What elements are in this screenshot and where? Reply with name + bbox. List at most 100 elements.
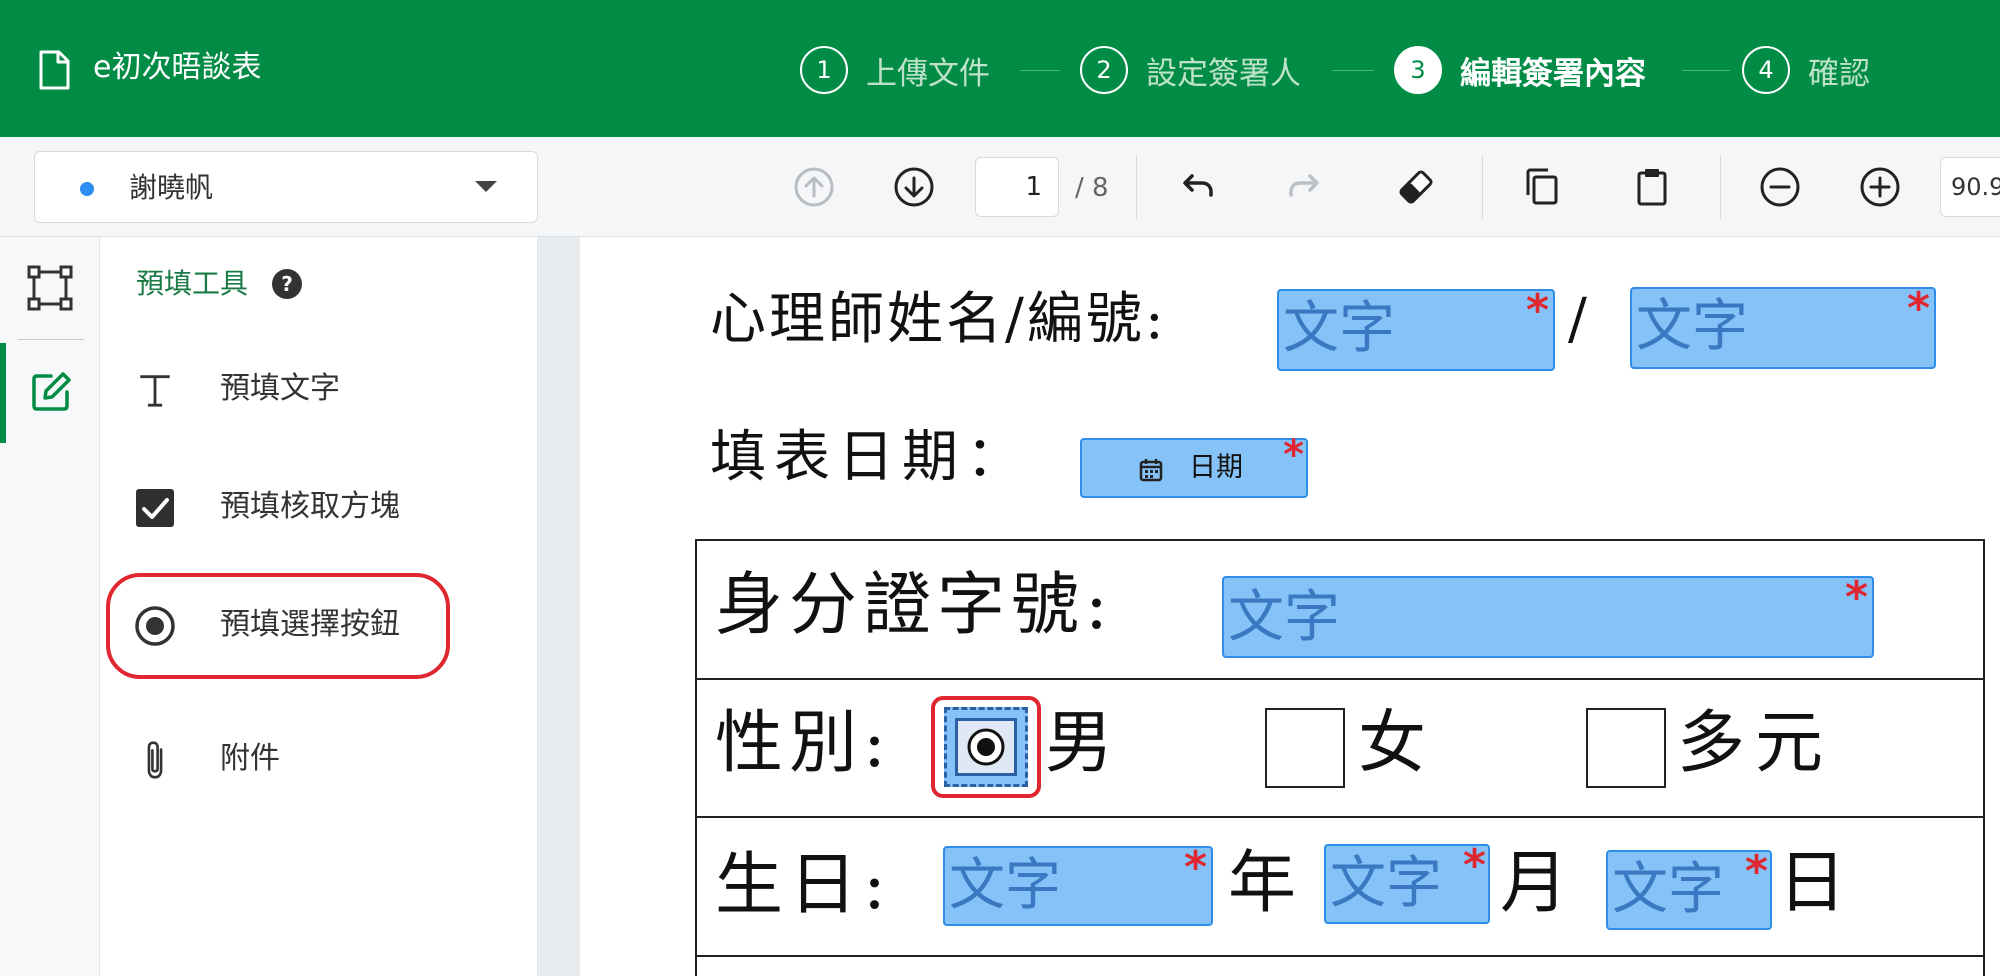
panel-title: 預填工具 [136, 267, 249, 300]
date-field-label: 日期 [1189, 452, 1243, 483]
edit-icon[interactable] [29, 370, 73, 414]
step-connector [1682, 70, 1730, 71]
psychologist-name-field[interactable]: 文字 * [1277, 285, 1555, 371]
arrow-down-circle-icon [894, 167, 934, 207]
redo-button[interactable] [1280, 161, 1332, 213]
table-border [1983, 539, 1985, 976]
gender-female-checkbox[interactable] [1265, 708, 1345, 788]
app-header: e初次晤談表 1 上傳文件 2 設定簽署人 3 編輯簽署內容 4 確認 [0, 0, 2000, 137]
signer-name: 謝曉帆 [129, 171, 214, 204]
birth-day-field[interactable]: 文字 * [1606, 846, 1772, 930]
prev-page-button[interactable] [788, 161, 840, 213]
step-label: 設定簽署人 [1146, 55, 1301, 92]
zoom-in-button[interactable] [1854, 161, 1906, 213]
gender-male-radio[interactable] [944, 707, 1028, 787]
day-label: 日 [1778, 844, 1847, 923]
table-border [695, 816, 1985, 818]
page-number-input[interactable] [975, 157, 1059, 217]
highlight-annotation [106, 573, 450, 679]
undo-button[interactable] [1170, 161, 1222, 213]
rail-active-indicator [0, 343, 6, 443]
id-number-field[interactable]: 文字 * [1222, 572, 1874, 658]
copy-button[interactable] [1516, 161, 1568, 213]
table-border [695, 678, 1985, 680]
required-mark: * [1283, 432, 1304, 478]
paste-button[interactable] [1626, 161, 1678, 213]
field-placeholder: 文字 [1330, 851, 1442, 916]
zoom-out-icon [1760, 167, 1800, 207]
required-mark: * [1525, 285, 1549, 336]
table-border [695, 955, 1985, 957]
step-number: 2 [1080, 46, 1128, 94]
gender-other-checkbox[interactable] [1586, 708, 1666, 788]
zoom-level[interactable]: 90.9 [1940, 157, 2000, 217]
document-title: e初次晤談表 [93, 50, 262, 85]
month-label: 月 [1500, 844, 1569, 923]
copy-icon [1526, 168, 1558, 205]
step-upload[interactable]: 1 上傳文件 [800, 45, 990, 95]
arrow-up-circle-icon [794, 167, 834, 207]
table-border [695, 539, 697, 976]
field-placeholder: 文字 [1612, 857, 1724, 922]
redo-icon [1289, 174, 1319, 197]
field-placeholder: 文字 [1228, 585, 1340, 650]
gender-label: 性別: [715, 704, 892, 783]
birth-month-field[interactable]: 文字 * [1324, 840, 1490, 924]
field-placeholder: 文字 [1283, 296, 1395, 361]
tool-prefill-text[interactable]: 預填文字 [100, 349, 538, 429]
birthday-label: 生日: [715, 846, 892, 925]
step-label: 上傳文件 [866, 55, 990, 92]
next-page-button[interactable] [888, 161, 940, 213]
step-connector [1332, 70, 1374, 71]
calendar-icon [1139, 459, 1163, 482]
tool-attachment[interactable]: 附件 [100, 719, 538, 799]
psychologist-number-field[interactable]: 文字 * [1630, 283, 1936, 369]
chevron-down-icon [475, 181, 497, 192]
checkbox-icon [132, 485, 178, 531]
select-area-icon[interactable] [27, 265, 73, 311]
required-mark: * [1744, 846, 1768, 897]
eraser-icon [1399, 170, 1433, 204]
step-number: 3 [1394, 46, 1442, 94]
step-label: 編輯簽署內容 [1460, 55, 1646, 92]
gender-female-label: 女 [1358, 704, 1427, 783]
prefill-tools-panel: 預填工具 ? 預填文字 預填核取方塊 預填選擇按鈕 附件 [100, 237, 538, 976]
id-number-label: 身分證字號: [715, 566, 1114, 645]
rail-divider [18, 339, 84, 340]
gender-male-label: 男 [1045, 704, 1114, 783]
document-icon [39, 50, 70, 90]
table-border [695, 539, 1985, 541]
psychologist-label: 心理師姓名/編號: [710, 287, 1167, 352]
toolbar-divider [1136, 155, 1137, 219]
step-edit-content[interactable]: 3 編輯簽署內容 [1394, 45, 1646, 95]
field-placeholder: 文字 [1636, 294, 1748, 359]
text-icon [132, 367, 178, 413]
tool-prefill-checkbox[interactable]: 預填核取方塊 [100, 467, 538, 547]
step-connector [1020, 70, 1060, 71]
signer-select[interactable]: 謝曉帆 [34, 151, 538, 223]
date-label: 填表日期： [710, 425, 1030, 490]
eraser-button[interactable] [1390, 161, 1442, 213]
left-rail [0, 237, 100, 976]
tool-label: 附件 [220, 741, 280, 776]
document-page: 心理師姓名/編號: 文字 * / 文字 * 填表日期： 日期 * 身分證字號: … [580, 237, 2000, 976]
required-mark: * [1906, 283, 1930, 334]
required-mark: * [1462, 840, 1486, 891]
gender-other-label: 多元 [1677, 704, 1834, 783]
birth-year-field[interactable]: 文字 * [943, 842, 1213, 926]
tool-label: 預填核取方塊 [220, 489, 400, 524]
step-label: 確認 [1808, 55, 1870, 92]
step-number: 4 [1742, 46, 1790, 94]
paperclip-icon [132, 737, 178, 783]
step-confirm[interactable]: 4 確認 [1742, 45, 1870, 95]
toolbar-divider [1720, 155, 1721, 219]
year-label: 年 [1228, 844, 1297, 923]
date-field[interactable]: 日期 * [1080, 432, 1308, 498]
step-number: 1 [800, 46, 848, 94]
zoom-out-button[interactable] [1754, 161, 1806, 213]
document-canvas: 心理師姓名/編號: 文字 * / 文字 * 填表日期： 日期 * 身分證字號: … [538, 237, 2000, 976]
undo-icon [1183, 174, 1213, 197]
step-set-signers[interactable]: 2 設定簽署人 [1080, 45, 1301, 95]
signer-color-dot [80, 182, 94, 196]
help-icon[interactable]: ? [272, 269, 302, 299]
